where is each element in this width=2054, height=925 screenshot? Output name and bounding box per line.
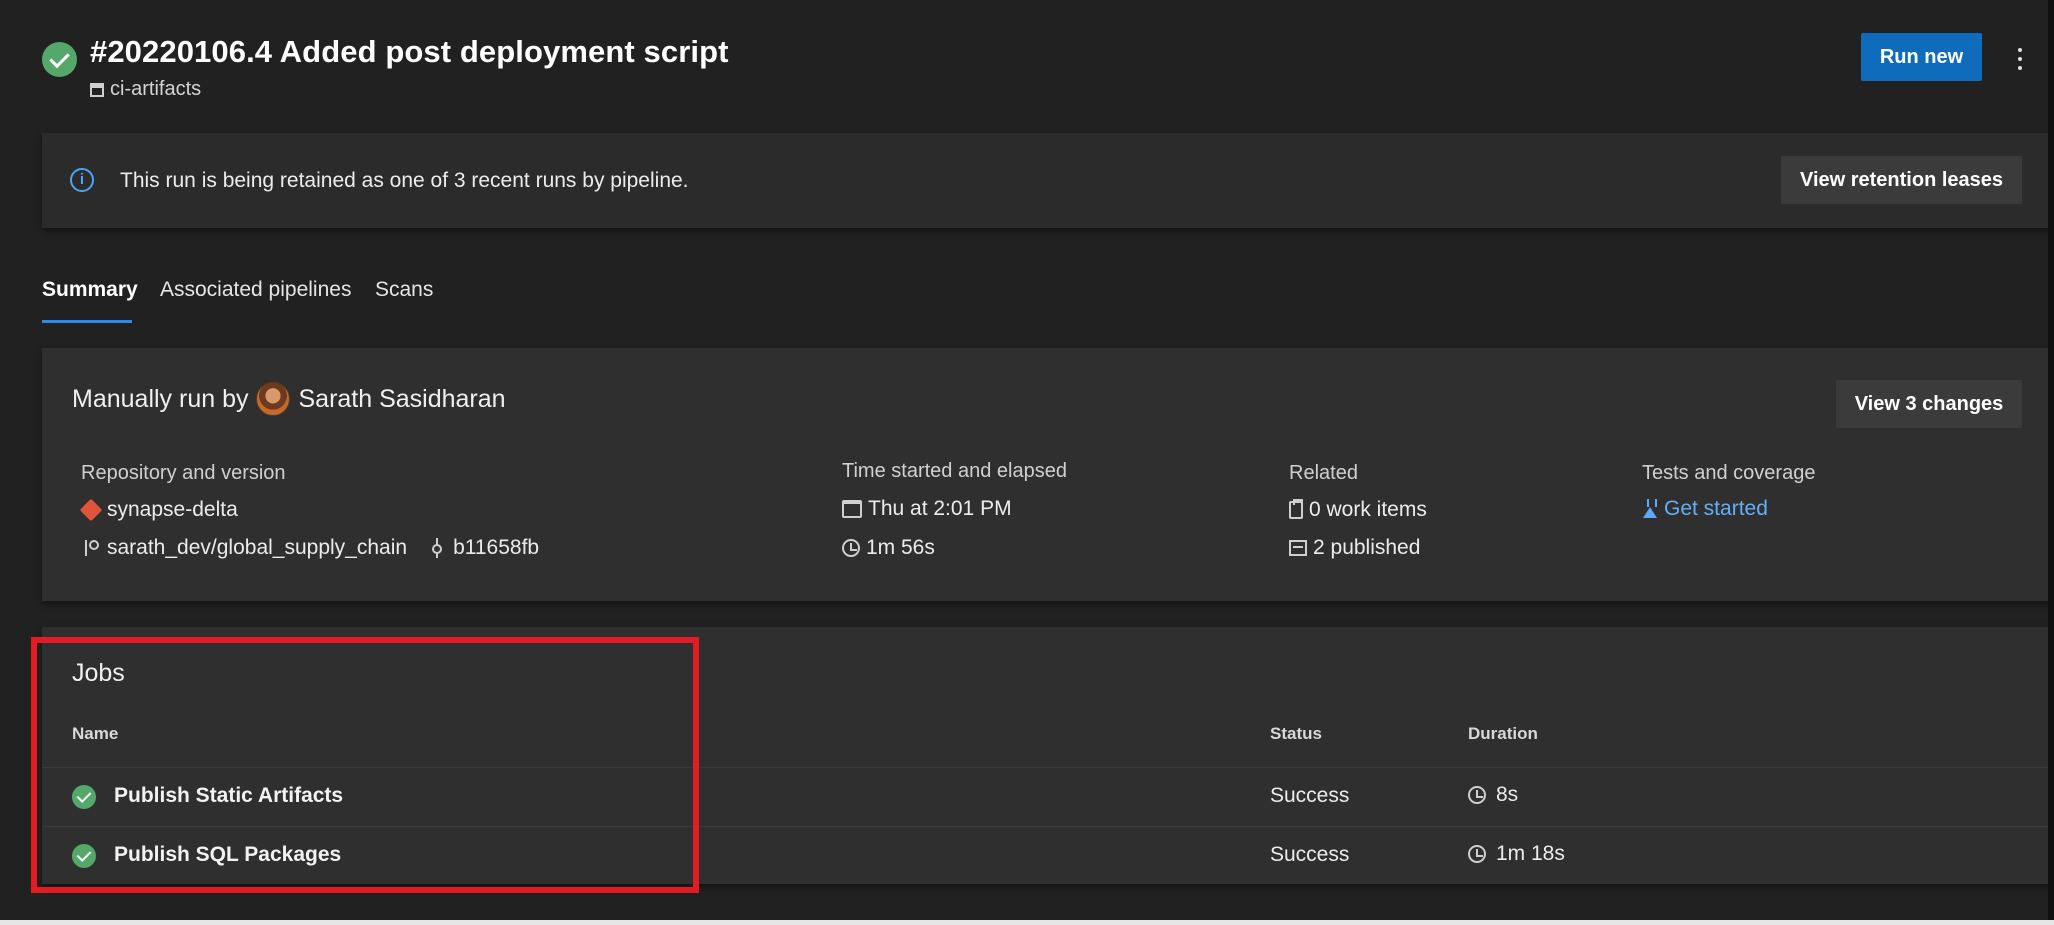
window-bottom-edge: [0, 920, 2054, 925]
time-elapsed: 1m 56s: [866, 536, 935, 559]
repository-name: synapse-delta: [107, 498, 238, 521]
run-by-line: Manually run by Sarath Sasidharan: [72, 382, 506, 416]
job-status: Success: [1270, 843, 1350, 866]
work-items-count: 0 work items: [1309, 498, 1427, 521]
run-by-user[interactable]: Sarath Sasidharan: [298, 385, 505, 414]
retention-banner: i This run is being retained as one of 3…: [42, 133, 2054, 228]
clock-icon: [1468, 786, 1486, 804]
repository-link[interactable]: synapse-delta: [79, 498, 238, 522]
branch-commit-line: sarath_dev/global_supply_chain b11658fb: [81, 536, 539, 560]
run-new-button[interactable]: Run new: [1861, 33, 1982, 81]
pipeline-icon: [90, 82, 104, 97]
tab-summary[interactable]: Summary: [42, 278, 138, 302]
pipeline-link[interactable]: ci-artifacts: [90, 78, 201, 101]
published-count: 2 published: [1313, 536, 1421, 559]
git-repo-icon: [79, 498, 103, 522]
job-duration: 1m 18s: [1468, 842, 1565, 866]
column-header-status: Status: [1270, 724, 1322, 743]
info-icon: i: [70, 168, 94, 192]
time-started: Thu at 2:01 PM: [868, 497, 1012, 520]
summary-card: Manually run by Sarath Sasidharan View 3…: [42, 348, 2054, 601]
commit-icon: [427, 538, 447, 558]
calendar-icon: [842, 500, 862, 518]
repository-heading: Repository and version: [81, 462, 286, 484]
clock-icon: [1468, 845, 1486, 863]
get-started-label: Get started: [1664, 497, 1768, 520]
view-changes-button[interactable]: View 3 changes: [1836, 380, 2022, 428]
time-elapsed-line: 1m 56s: [842, 536, 935, 560]
pipeline-run-page: #20220106.4 Added post deployment script…: [0, 0, 2054, 925]
window-edge: [2048, 0, 2054, 925]
clock-icon: [842, 539, 860, 557]
artifact-icon: [1289, 540, 1307, 556]
flask-icon: [1642, 499, 1658, 519]
more-options-icon[interactable]: [2010, 44, 2030, 74]
commit-hash[interactable]: b11658fb: [453, 536, 539, 560]
job-duration-value: 8s: [1496, 783, 1519, 806]
tests-heading: Tests and coverage: [1642, 462, 1816, 484]
time-heading: Time started and elapsed: [842, 460, 1067, 482]
work-items-link[interactable]: 0 work items: [1289, 498, 1427, 522]
job-duration: 8s: [1468, 783, 1518, 807]
tab-associated-pipelines[interactable]: Associated pipelines: [160, 278, 351, 302]
time-started-line: Thu at 2:01 PM: [842, 497, 1012, 521]
run-success-icon: [42, 42, 77, 77]
run-by-prefix: Manually run by: [72, 384, 249, 413]
avatar: [256, 382, 291, 416]
view-retention-leases-button[interactable]: View retention leases: [1781, 156, 2022, 204]
job-status: Success: [1270, 784, 1350, 807]
column-header-duration: Duration: [1468, 724, 1538, 743]
branch-icon: [81, 538, 101, 558]
branch-name[interactable]: sarath_dev/global_supply_chain: [107, 536, 407, 560]
job-duration-value: 1m 18s: [1496, 842, 1565, 865]
page-title: #20220106.4 Added post deployment script: [90, 34, 729, 69]
tab-scans[interactable]: Scans: [375, 278, 433, 302]
get-started-link[interactable]: Get started: [1642, 497, 1768, 521]
active-tab-indicator: [42, 320, 132, 323]
related-heading: Related: [1289, 462, 1358, 484]
published-link[interactable]: 2 published: [1289, 536, 1420, 560]
banner-message: This run is being retained as one of 3 r…: [120, 169, 689, 192]
work-items-icon: [1289, 499, 1303, 519]
highlight-box: [31, 637, 699, 893]
pipeline-name-label: ci-artifacts: [110, 78, 202, 100]
